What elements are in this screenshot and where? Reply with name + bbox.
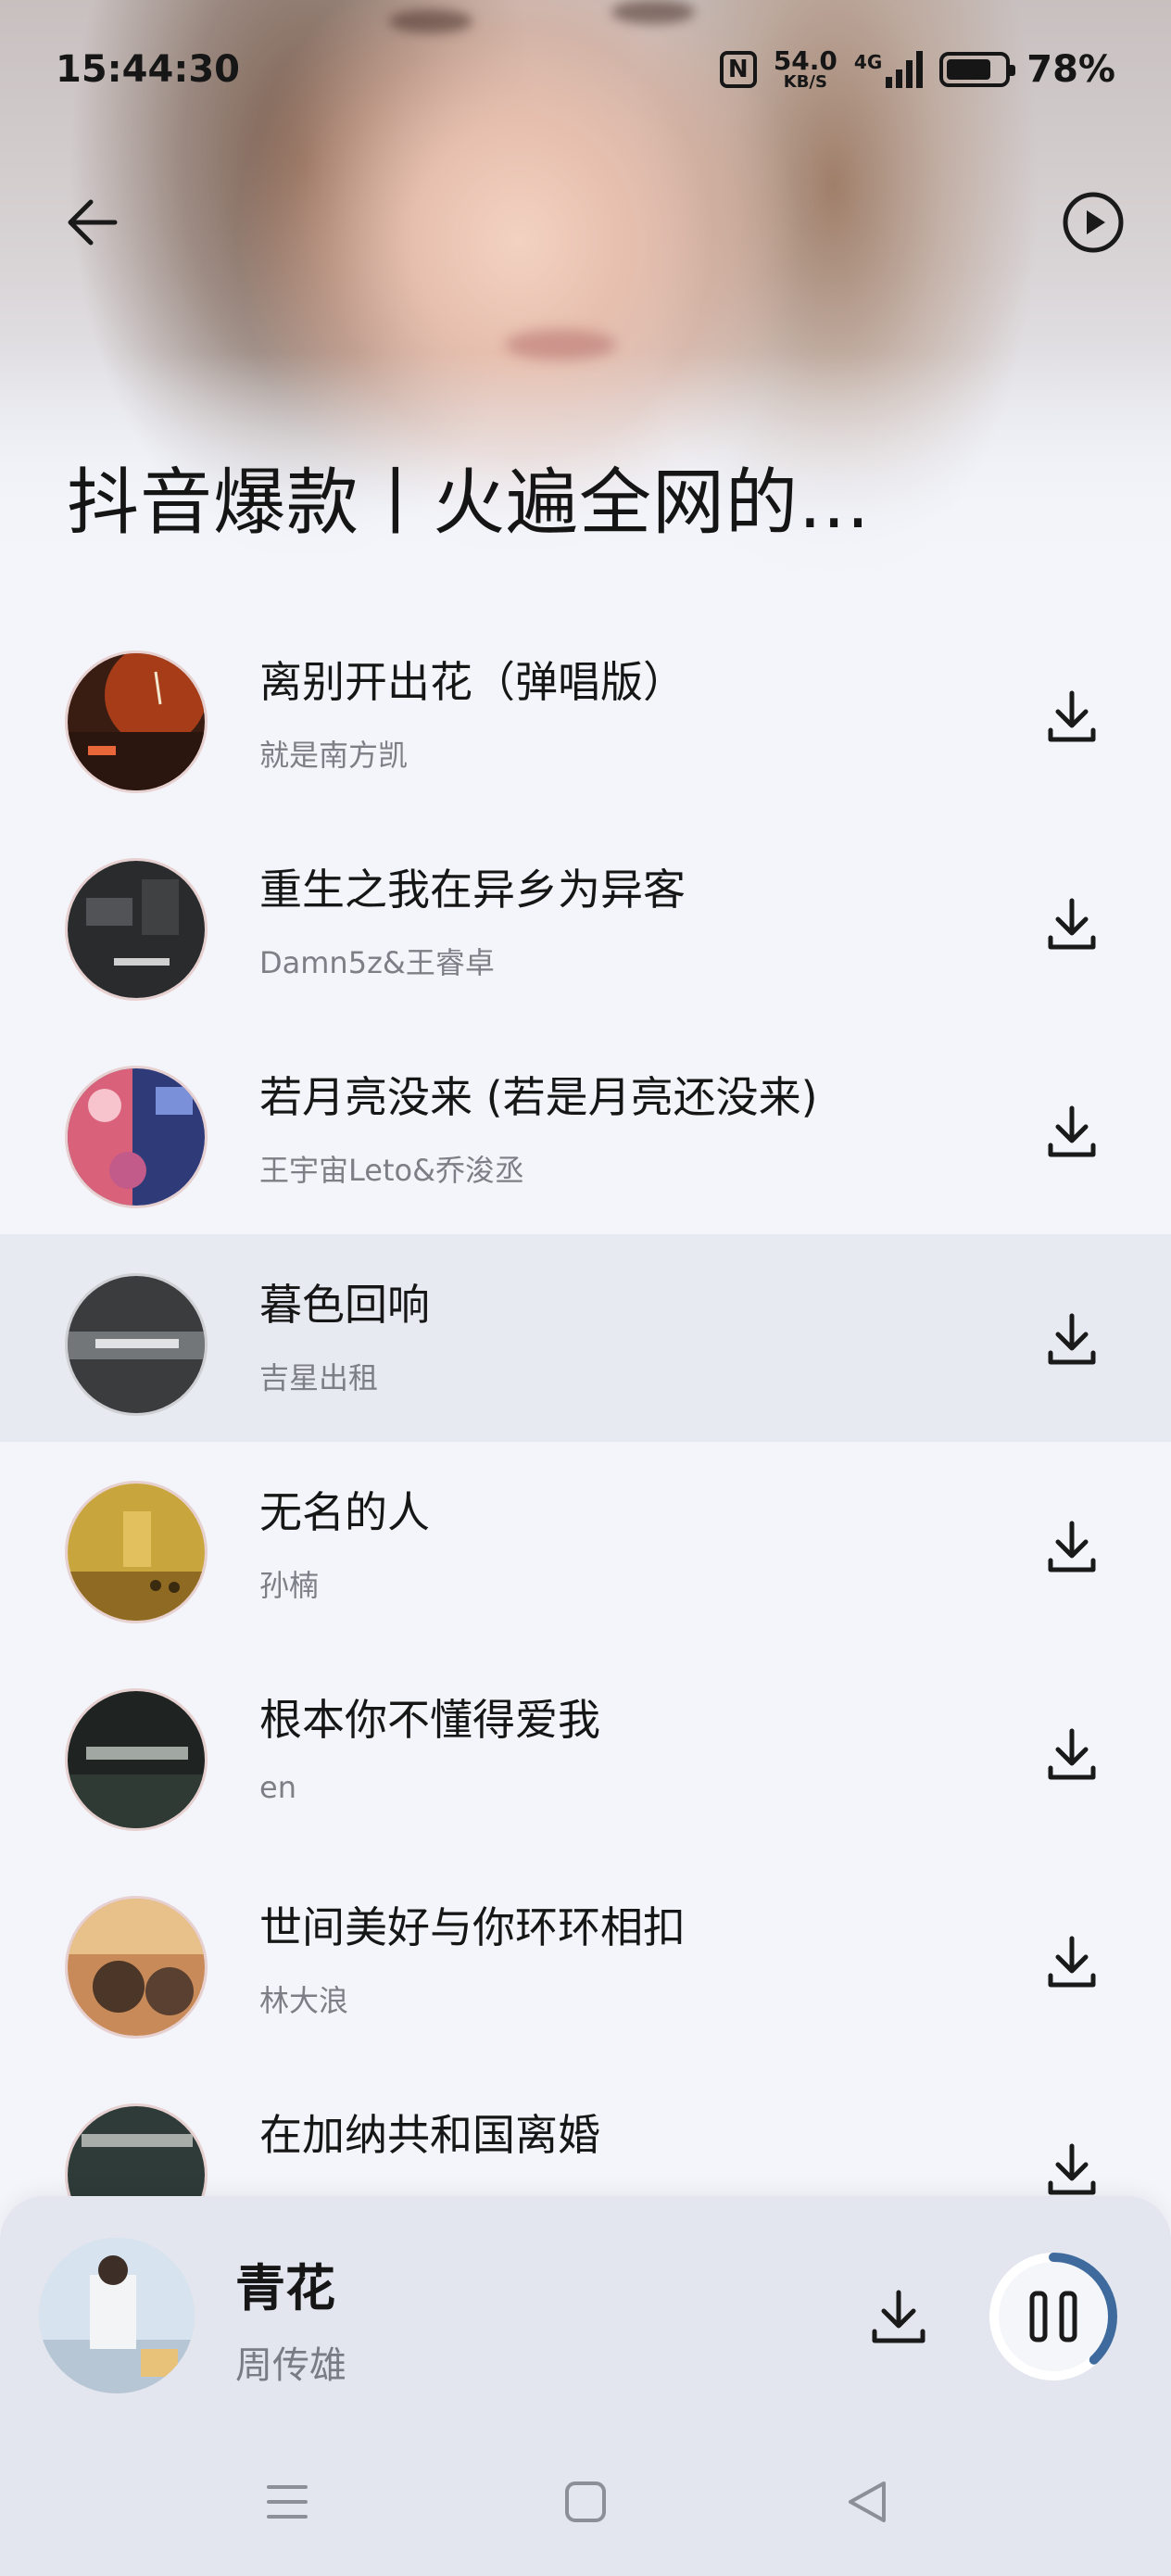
- song-row[interactable]: 世间美好与你环环相扣 林大浪: [0, 1857, 1171, 2065]
- back-triangle-icon: [849, 2481, 886, 2522]
- download-button[interactable]: [1039, 1307, 1104, 1371]
- system-navigation-bar: [0, 2428, 1171, 2576]
- song-row[interactable]: 若月亮没来 (若是月亮还没来) 王宇宙Leto&乔浚丞: [0, 1027, 1171, 1234]
- download-button[interactable]: [1039, 1514, 1104, 1579]
- now-playing-artist: 周传雄: [235, 2344, 346, 2387]
- download-icon: [1048, 1313, 1096, 1365]
- song-artist: 王宇宙Leto&乔浚丞: [259, 1153, 525, 1188]
- pause-progress-icon: [989, 2253, 1117, 2380]
- back-button[interactable]: [56, 185, 130, 259]
- song-title: 世间美好与你环环相扣: [259, 1902, 686, 1952]
- song-row[interactable]: 重生之我在异乡为异客 Damn5z&王睿卓: [0, 819, 1171, 1027]
- download-icon: [1048, 1105, 1096, 1157]
- song-title: 离别开出花（弹唱版）: [259, 657, 686, 707]
- song-row[interactable]: 离别开出花（弹唱版） 就是南方凯: [0, 612, 1171, 819]
- song-cover: [65, 1896, 208, 2039]
- song-artist: 孙楠: [259, 1568, 320, 1603]
- download-icon: [1048, 1728, 1096, 1780]
- status-bar: 15:44:30 N 54.0 KB/S 4G 78%: [0, 0, 1171, 139]
- net-speed-unit: KB/S: [783, 72, 827, 92]
- battery-icon: [939, 52, 1016, 87]
- song-cover: [65, 1273, 208, 1416]
- song-cover: [65, 1688, 208, 1831]
- song-title: 在加纳共和国离婚: [259, 2110, 600, 2160]
- download-button[interactable]: [1039, 684, 1104, 749]
- nfc-icon: N: [719, 51, 757, 88]
- download-icon: [872, 2290, 925, 2343]
- recent-apps-button[interactable]: [250, 2465, 324, 2539]
- home-square-icon: [565, 2481, 606, 2522]
- song-title: 根本你不懂得爱我: [259, 1695, 600, 1745]
- now-playing-download-button[interactable]: [862, 2279, 936, 2354]
- network-type: 4G: [853, 51, 883, 73]
- download-icon: [1048, 690, 1096, 742]
- pause-button[interactable]: [984, 2247, 1123, 2386]
- song-list: 离别开出花（弹唱版） 就是南方凯 重生之我在异乡为异客 Damn5z&王睿卓 若…: [0, 612, 1171, 2272]
- song-cover: [65, 858, 208, 1001]
- battery-percent: 78%: [1026, 48, 1115, 91]
- song-row-active[interactable]: 暮色回响 吉星出租: [0, 1234, 1171, 1442]
- song-title: 无名的人: [259, 1487, 430, 1537]
- net-speed: 54.0 KB/S: [774, 48, 837, 91]
- signal-icon: 4G: [853, 51, 924, 88]
- net-speed-value: 54.0: [773, 45, 837, 76]
- download-button[interactable]: [1039, 1929, 1104, 1994]
- download-button[interactable]: [1039, 2137, 1104, 2202]
- now-playing-title: 青花: [235, 2259, 335, 2317]
- download-icon: [1048, 2143, 1096, 2195]
- download-icon: [1048, 1521, 1096, 1572]
- song-artist: en: [259, 1770, 296, 1805]
- song-cover: [65, 650, 208, 793]
- download-button[interactable]: [1039, 1722, 1104, 1787]
- play-circle-icon: [1063, 192, 1124, 253]
- song-artist: 就是南方凯: [259, 738, 409, 773]
- now-playing-cover: [39, 2238, 195, 2393]
- song-artist: 林大浪: [259, 1983, 349, 2018]
- song-artist: Damn5z&王睿卓: [259, 945, 495, 980]
- download-button[interactable]: [1039, 1099, 1104, 1164]
- playlist-title: 抖音爆款丨火遍全网的...: [67, 461, 871, 545]
- song-title: 暮色回响: [259, 1280, 430, 1330]
- status-time: 15:44:30: [56, 48, 240, 91]
- song-artist: 吉星出租: [259, 1360, 379, 1395]
- download-icon: [1048, 898, 1096, 950]
- song-cover: [65, 1481, 208, 1623]
- download-button[interactable]: [1039, 891, 1104, 956]
- song-title: 重生之我在异乡为异客: [259, 865, 686, 915]
- song-title: 若月亮没来 (若是月亮还没来): [259, 1072, 818, 1122]
- arrow-left-icon: [68, 199, 118, 246]
- download-icon: [1048, 1936, 1096, 1988]
- system-back-button[interactable]: [830, 2465, 904, 2539]
- status-icons: N 54.0 KB/S 4G 78%: [719, 48, 1115, 91]
- song-row[interactable]: 无名的人 孙楠: [0, 1442, 1171, 1649]
- menu-icon: [267, 2485, 308, 2519]
- play-all-button[interactable]: [1056, 185, 1130, 259]
- song-cover: [65, 1066, 208, 1208]
- song-row[interactable]: 根本你不懂得爱我 en: [0, 1649, 1171, 1857]
- home-button[interactable]: [548, 2465, 623, 2539]
